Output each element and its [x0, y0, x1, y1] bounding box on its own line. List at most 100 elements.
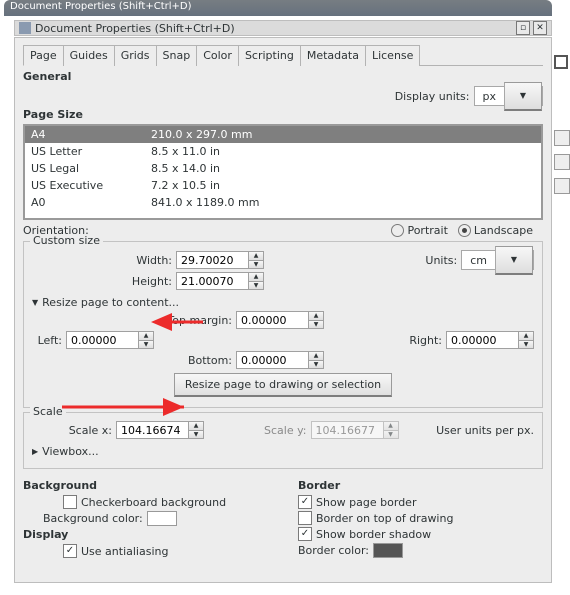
scale-x-input[interactable]	[116, 421, 188, 439]
side-indicator-box	[554, 55, 568, 69]
bg-color-label: Background color:	[43, 512, 143, 525]
border-shadow-label: Show border shadow	[316, 528, 431, 541]
page-size-name: US Executive	[31, 179, 151, 192]
spin-down-icon[interactable]: ▼	[309, 361, 323, 369]
spin-down-icon[interactable]: ▼	[309, 321, 323, 329]
right-toolbar	[554, 130, 568, 194]
spin-up-icon[interactable]: ▲	[139, 332, 153, 341]
tab-snap[interactable]: Snap	[156, 45, 198, 66]
page-size-row-usexec[interactable]: US Executive 7.2 x 10.5 in	[25, 177, 541, 194]
width-label: Width:	[32, 254, 172, 267]
tab-strip: Page Guides Grids Snap Color Scripting M…	[23, 44, 543, 66]
scale-y-input	[311, 421, 383, 439]
spin-up-icon[interactable]: ▲	[309, 312, 323, 321]
resize-disclosure[interactable]: ▼ Resize page to content...	[32, 296, 534, 309]
background-display-column: Background Checkerboard background Backg…	[23, 477, 268, 560]
display-units-label: Display units:	[395, 90, 470, 103]
bottom-margin-input[interactable]	[236, 351, 308, 369]
bottom-margin-label: Bottom:	[32, 354, 232, 367]
resize-page-button[interactable]: Resize page to drawing or selection	[174, 373, 392, 397]
iconify-button[interactable]: ▫	[516, 21, 530, 35]
custom-size-group: Custom size Width: ▲▼ Units: cm ▼ Height…	[23, 241, 543, 408]
page-size-dim: 7.2 x 10.5 in	[151, 179, 220, 192]
show-border-check[interactable]: ✓ Show page border	[298, 495, 543, 509]
bg-color-swatch[interactable]	[147, 511, 177, 526]
top-margin-input[interactable]	[236, 311, 308, 329]
border-ontop-label: Border on top of drawing	[316, 512, 453, 525]
outer-window-title: Document Properties (Shift+Ctrl+D)	[10, 1, 191, 12]
tab-color[interactable]: Color	[196, 45, 239, 66]
page-size-row-a4[interactable]: A4 210.0 x 297.0 mm	[25, 126, 541, 143]
antialias-check[interactable]: ✓ Use antialiasing	[63, 544, 268, 558]
spin-up-icon: ▲	[384, 422, 398, 431]
custom-size-legend: Custom size	[30, 234, 103, 247]
page-size-dim: 210.0 x 297.0 mm	[151, 128, 252, 141]
panel-titlebar: Document Properties (Shift+Ctrl+D) ▫ ✕	[14, 20, 552, 36]
radio-icon	[391, 224, 404, 237]
tab-metadata[interactable]: Metadata	[300, 45, 366, 66]
border-color-swatch[interactable]	[373, 543, 403, 558]
close-button[interactable]: ✕	[533, 21, 547, 35]
checkbox-icon: ✓	[63, 544, 77, 558]
tab-grids[interactable]: Grids	[114, 45, 157, 66]
show-border-label: Show page border	[316, 496, 416, 509]
top-margin-spin[interactable]: ▲▼	[236, 311, 324, 329]
right-margin-input[interactable]	[446, 331, 518, 349]
spin-up-icon[interactable]: ▲	[309, 352, 323, 361]
left-margin-input[interactable]	[66, 331, 138, 349]
border-ontop-check[interactable]: Border on top of drawing	[298, 511, 543, 525]
spin-up-icon[interactable]: ▲	[249, 252, 263, 261]
checkbox-icon	[63, 495, 77, 509]
tab-guides[interactable]: Guides	[63, 45, 115, 66]
viewbox-disclosure[interactable]: ▶ Viewbox...	[32, 445, 534, 458]
orientation-landscape[interactable]: Landscape	[458, 224, 533, 237]
custom-units-select[interactable]: cm ▼	[461, 250, 534, 270]
outer-window-titlebar: Document Properties (Shift+Ctrl+D)	[4, 0, 552, 16]
height-input[interactable]	[176, 272, 248, 290]
spin-up-icon[interactable]: ▲	[519, 332, 533, 341]
chevron-down-icon[interactable]: ▼	[504, 82, 542, 111]
height-spin[interactable]: ▲▼	[176, 272, 264, 290]
right-margin-spin[interactable]: ▲▼	[446, 331, 534, 349]
width-spin[interactable]: ▲▼	[176, 251, 264, 269]
tool-icon[interactable]	[554, 130, 570, 146]
top-margin-label: Top margin:	[32, 314, 232, 327]
tool-icon[interactable]	[554, 178, 570, 194]
width-input[interactable]	[176, 251, 248, 269]
spin-down-icon[interactable]: ▼	[139, 341, 153, 349]
orientation-portrait[interactable]: Portrait	[391, 224, 447, 237]
orientation-portrait-label: Portrait	[407, 224, 447, 237]
bottom-margin-spin[interactable]: ▲▼	[236, 351, 324, 369]
tab-page[interactable]: Page	[23, 45, 64, 66]
tab-scripting[interactable]: Scripting	[238, 45, 301, 66]
checkbox-icon: ✓	[298, 495, 312, 509]
spin-down-icon[interactable]: ▼	[249, 282, 263, 290]
border-shadow-check[interactable]: ✓ Show border shadow	[298, 527, 543, 541]
spin-down-icon[interactable]: ▼	[189, 431, 203, 439]
panel-title: Document Properties (Shift+Ctrl+D)	[35, 22, 513, 35]
page-size-dim: 8.5 x 11.0 in	[151, 145, 220, 158]
spin-up-icon[interactable]: ▲	[249, 273, 263, 282]
page-size-row-uslegal[interactable]: US Legal 8.5 x 14.0 in	[25, 160, 541, 177]
chevron-down-icon[interactable]: ▼	[495, 246, 533, 275]
antialias-label: Use antialiasing	[81, 545, 168, 558]
background-heading: Background	[23, 479, 268, 492]
page-size-row-a0[interactable]: A0 841.0 x 1189.0 mm	[25, 194, 541, 211]
tool-icon[interactable]	[554, 154, 570, 170]
spin-down-icon[interactable]: ▼	[519, 341, 533, 349]
tab-license[interactable]: License	[365, 45, 420, 66]
display-units-select[interactable]: px ▼	[474, 86, 544, 106]
spin-down-icon[interactable]: ▼	[249, 261, 263, 269]
page-size-name: US Legal	[31, 162, 151, 175]
page-size-list[interactable]: A4 210.0 x 297.0 mm US Letter 8.5 x 11.0…	[23, 124, 543, 220]
left-margin-spin[interactable]: ▲▼	[66, 331, 154, 349]
scale-group: Scale Scale x: ▲▼ Scale y: ▲▼ User units…	[23, 412, 543, 469]
page-size-heading: Page Size	[23, 108, 543, 121]
custom-units-value: cm	[462, 254, 495, 267]
scale-x-spin[interactable]: ▲▼	[116, 421, 204, 439]
scale-y-spin: ▲▼	[311, 421, 399, 439]
radio-icon	[458, 224, 471, 237]
checkerboard-check[interactable]: Checkerboard background	[63, 495, 268, 509]
page-size-row-usletter[interactable]: US Letter 8.5 x 11.0 in	[25, 143, 541, 160]
spin-up-icon[interactable]: ▲	[189, 422, 203, 431]
